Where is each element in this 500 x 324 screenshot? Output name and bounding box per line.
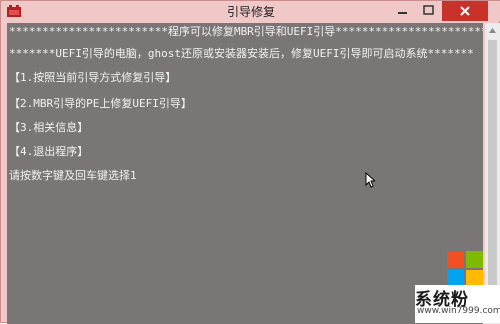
menu-option-4: 【4.退出程序】 (9, 145, 89, 158)
app-window: 引导修复 ************************程序可以修复MBR引导… (0, 0, 500, 324)
maximize-button[interactable] (416, 1, 442, 21)
mouse-cursor-icon (365, 172, 375, 188)
console-output[interactable]: ************************程序可以修复MBR引导和UEFI… (7, 23, 483, 324)
minimize-icon (398, 12, 407, 14)
watermark: 系统粉 www.win7999.com (415, 285, 500, 323)
minimize-button[interactable] (390, 1, 416, 21)
input-prompt: 请按数字键及回车键选择1 (9, 169, 137, 182)
menu-option-3: 【3.相关信息】 (9, 121, 89, 134)
console-banner-line: ************************程序可以修复MBR引导和UEFI… (9, 25, 483, 38)
watermark-url: www.win7999.com (417, 306, 500, 316)
scroll-up-arrow-icon[interactable] (485, 23, 500, 38)
title-bar[interactable]: 引导修复 (1, 1, 500, 21)
menu-option-1: 【1.按照当前引导方式修复引导】 (9, 71, 177, 84)
maximize-icon (423, 5, 434, 15)
console-info-line: *******UEFI引导的电脑，ghost还原或安装器安装后，修复UEFI引导… (9, 47, 474, 60)
menu-option-2: 【2.MBR引导的PE上修复UEFI引导】 (9, 97, 192, 110)
close-button[interactable] (442, 1, 488, 21)
close-icon (460, 6, 470, 16)
